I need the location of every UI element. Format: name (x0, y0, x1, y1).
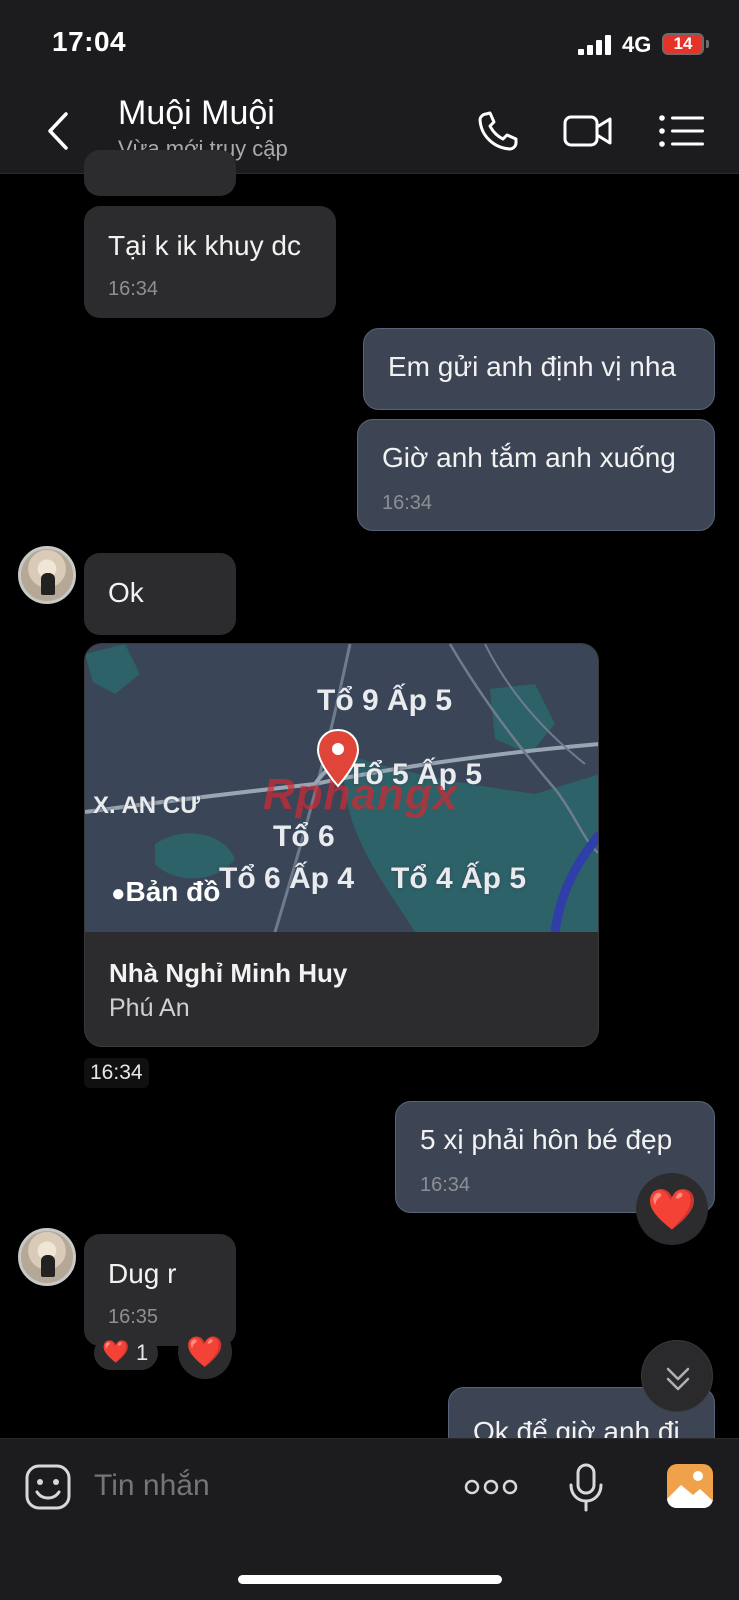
message-time: 16:34 (108, 278, 159, 300)
battery-level: 14 (673, 34, 693, 53)
maps-brand-text: Bản đồ (125, 876, 221, 907)
menu-list-icon[interactable] (656, 108, 708, 154)
phone-call-icon[interactable] (474, 108, 526, 154)
double-chevron-down-icon (666, 1367, 690, 1391)
map-label: Tổ 6 (273, 820, 335, 853)
map-label: X. AN CƯ (93, 792, 201, 819)
image-gallery-icon[interactable] (666, 1463, 714, 1509)
battery-icon: 14 (662, 33, 704, 55)
map-preview[interactable]: Tổ 9 Ấp 5 Tổ 5 Ấp 5 X. AN CƯ Tổ 6 Tổ 6 Ấ… (85, 644, 598, 932)
message-input[interactable] (94, 1469, 434, 1503)
outgoing-message-bubble[interactable]: Em gửi anh định vị nha (363, 328, 715, 410)
reaction-heart-button[interactable]: ❤️ (178, 1325, 232, 1379)
message-time: 16:35 (108, 1306, 159, 1328)
location-card[interactable]: Tổ 9 Ấp 5 Tổ 5 Ấp 5 X. AN CƯ Tổ 6 Tổ 6 Ấ… (84, 643, 599, 1047)
back-icon[interactable] (40, 108, 76, 154)
place-area: Phú An (109, 994, 190, 1022)
message-text: Ok (108, 577, 144, 608)
status-bar: 17:04 4G 14 (0, 0, 739, 90)
heart-icon: ❤️ (102, 1339, 130, 1364)
message-input-bar (0, 1438, 739, 1600)
message-time: 16:34 (382, 492, 433, 514)
sticker-emoji-icon[interactable] (24, 1463, 72, 1511)
incoming-message-bubble[interactable]: Tại k ik khuy dc 16:34 (84, 206, 336, 318)
map-label: Tổ 9 Ấp 5 (317, 684, 453, 717)
reaction-summary[interactable]: ❤️ 1 (94, 1336, 158, 1370)
message-text: Giờ anh tắm anh xuống (382, 442, 676, 473)
heart-icon: ❤️ (186, 1335, 224, 1369)
network-type: 4G (622, 32, 652, 57)
contact-avatar[interactable] (18, 1228, 76, 1286)
message-text: Tại k ik khuy dc (108, 230, 301, 261)
apple-logo-icon: ● (111, 880, 126, 907)
reaction-heart-button[interactable]: ❤️ (636, 1173, 708, 1245)
reaction-count: 1 (136, 1340, 149, 1365)
message-text: 5 xị phải hôn bé đẹp (420, 1124, 673, 1155)
incoming-message-bubble[interactable]: Ok (84, 553, 236, 635)
home-indicator (238, 1575, 502, 1584)
location-pin-icon (316, 728, 360, 788)
message-text: Em gửi anh định vị nha (388, 351, 677, 382)
map-label: Tổ 4 Ấp 5 (391, 862, 527, 895)
contact-avatar[interactable] (18, 546, 76, 604)
microphone-icon[interactable] (568, 1463, 604, 1513)
heart-icon: ❤️ (647, 1187, 697, 1232)
video-call-icon[interactable] (562, 108, 614, 154)
more-options-icon[interactable] (464, 1475, 518, 1499)
scroll-to-bottom-button[interactable] (641, 1340, 713, 1412)
maps-brand-label: ●Bản đồ (111, 876, 220, 908)
message-text: Dug r (108, 1258, 177, 1289)
place-name: Nhà Nghỉ Minh Huy (109, 958, 348, 988)
signal-icon (578, 35, 614, 55)
location-card-time: 16:34 (84, 1058, 149, 1088)
outgoing-message-bubble[interactable]: Giờ anh tắm anh xuống 16:34 (357, 419, 715, 531)
map-label: Tổ 6 Ấp 4 (219, 862, 355, 895)
status-time: 17:04 (52, 26, 127, 57)
previous-message-bubble[interactable] (84, 150, 236, 196)
contact-name[interactable]: Muội Muội (118, 94, 275, 133)
message-time: 16:34 (420, 1174, 471, 1196)
battery-cap (706, 40, 709, 48)
